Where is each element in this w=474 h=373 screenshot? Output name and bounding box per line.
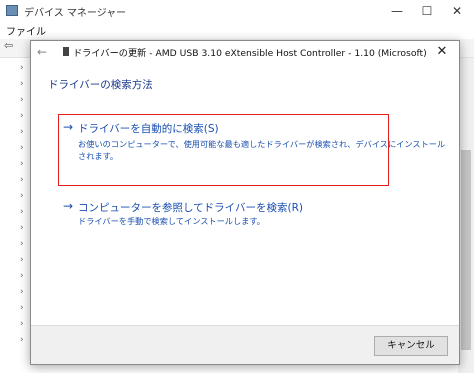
back-arrow-icon[interactable]: ← [37,45,51,59]
usb-device-icon [63,47,69,56]
chevron-right-icon[interactable]: › [20,143,24,153]
device-tree: › › › › › › › › › › › › › › › › › › [0,58,30,373]
chevron-right-icon[interactable]: › [20,175,24,185]
chevron-right-icon[interactable]: › [20,159,24,169]
option-description-line: されます。 [78,151,119,161]
menu-file[interactable]: ファイル [6,23,46,38]
chevron-right-icon[interactable]: › [20,207,24,217]
dialog-close-button[interactable]: ✕ [431,43,453,61]
window-close-button[interactable]: ✕ [442,0,472,22]
dialog-footer: キャンセル [31,325,459,364]
arrow-right-icon: → [63,199,74,213]
chevron-right-icon[interactable]: › [20,191,24,201]
arrow-right-icon: → [63,120,74,134]
chevron-right-icon[interactable]: › [20,223,24,233]
chevron-right-icon[interactable]: › [20,255,24,265]
option-description: お使いのコンピューターで、使用可能な最も適したドライバーが検索され、デバイスにイ… [78,138,446,162]
chevron-right-icon[interactable]: › [20,95,24,105]
scrollbar-thumb[interactable] [461,150,471,350]
cancel-button[interactable]: キャンセル [374,336,448,356]
background-window-title: デバイス マネージャー [24,8,127,19]
update-driver-dialog: ✕ ← ドライバーの更新 - AMD USB 3.10 eXtensible H… [30,40,460,365]
device-manager-icon [6,5,18,16]
chevron-right-icon[interactable]: › [20,335,24,345]
option-description-line: お使いのコンピューターで、使用可能な最も適したドライバーが検索され、デバイスにイ… [78,139,446,149]
chevron-right-icon[interactable]: › [20,111,24,121]
chevron-right-icon[interactable]: › [20,303,24,313]
minimize-button[interactable]: — [382,0,412,22]
toolbar-back-icon[interactable]: ⇦ [4,39,13,52]
chevron-right-icon[interactable]: › [20,63,24,73]
option-description: ドライバーを手動で検索してインストールします。 [78,216,265,226]
chevron-right-icon[interactable]: › [20,287,24,297]
chevron-right-icon[interactable]: › [20,127,24,137]
dialog-header-title: ドライバーの更新 - AMD USB 3.10 eXtensible Host … [73,48,427,59]
option-title[interactable]: コンピューターを参照してドライバーを検索(R) [78,200,303,215]
option-title[interactable]: ドライバーを自動的に検索(S) [78,121,219,136]
chevron-right-icon[interactable]: › [20,79,24,89]
page-heading: ドライバーの検索方法 [48,79,153,91]
chevron-right-icon[interactable]: › [20,239,24,249]
chevron-right-icon[interactable]: › [20,271,24,281]
chevron-right-icon[interactable]: › [20,319,24,329]
maximize-button[interactable]: ☐ [412,0,442,22]
menubar [0,22,474,39]
